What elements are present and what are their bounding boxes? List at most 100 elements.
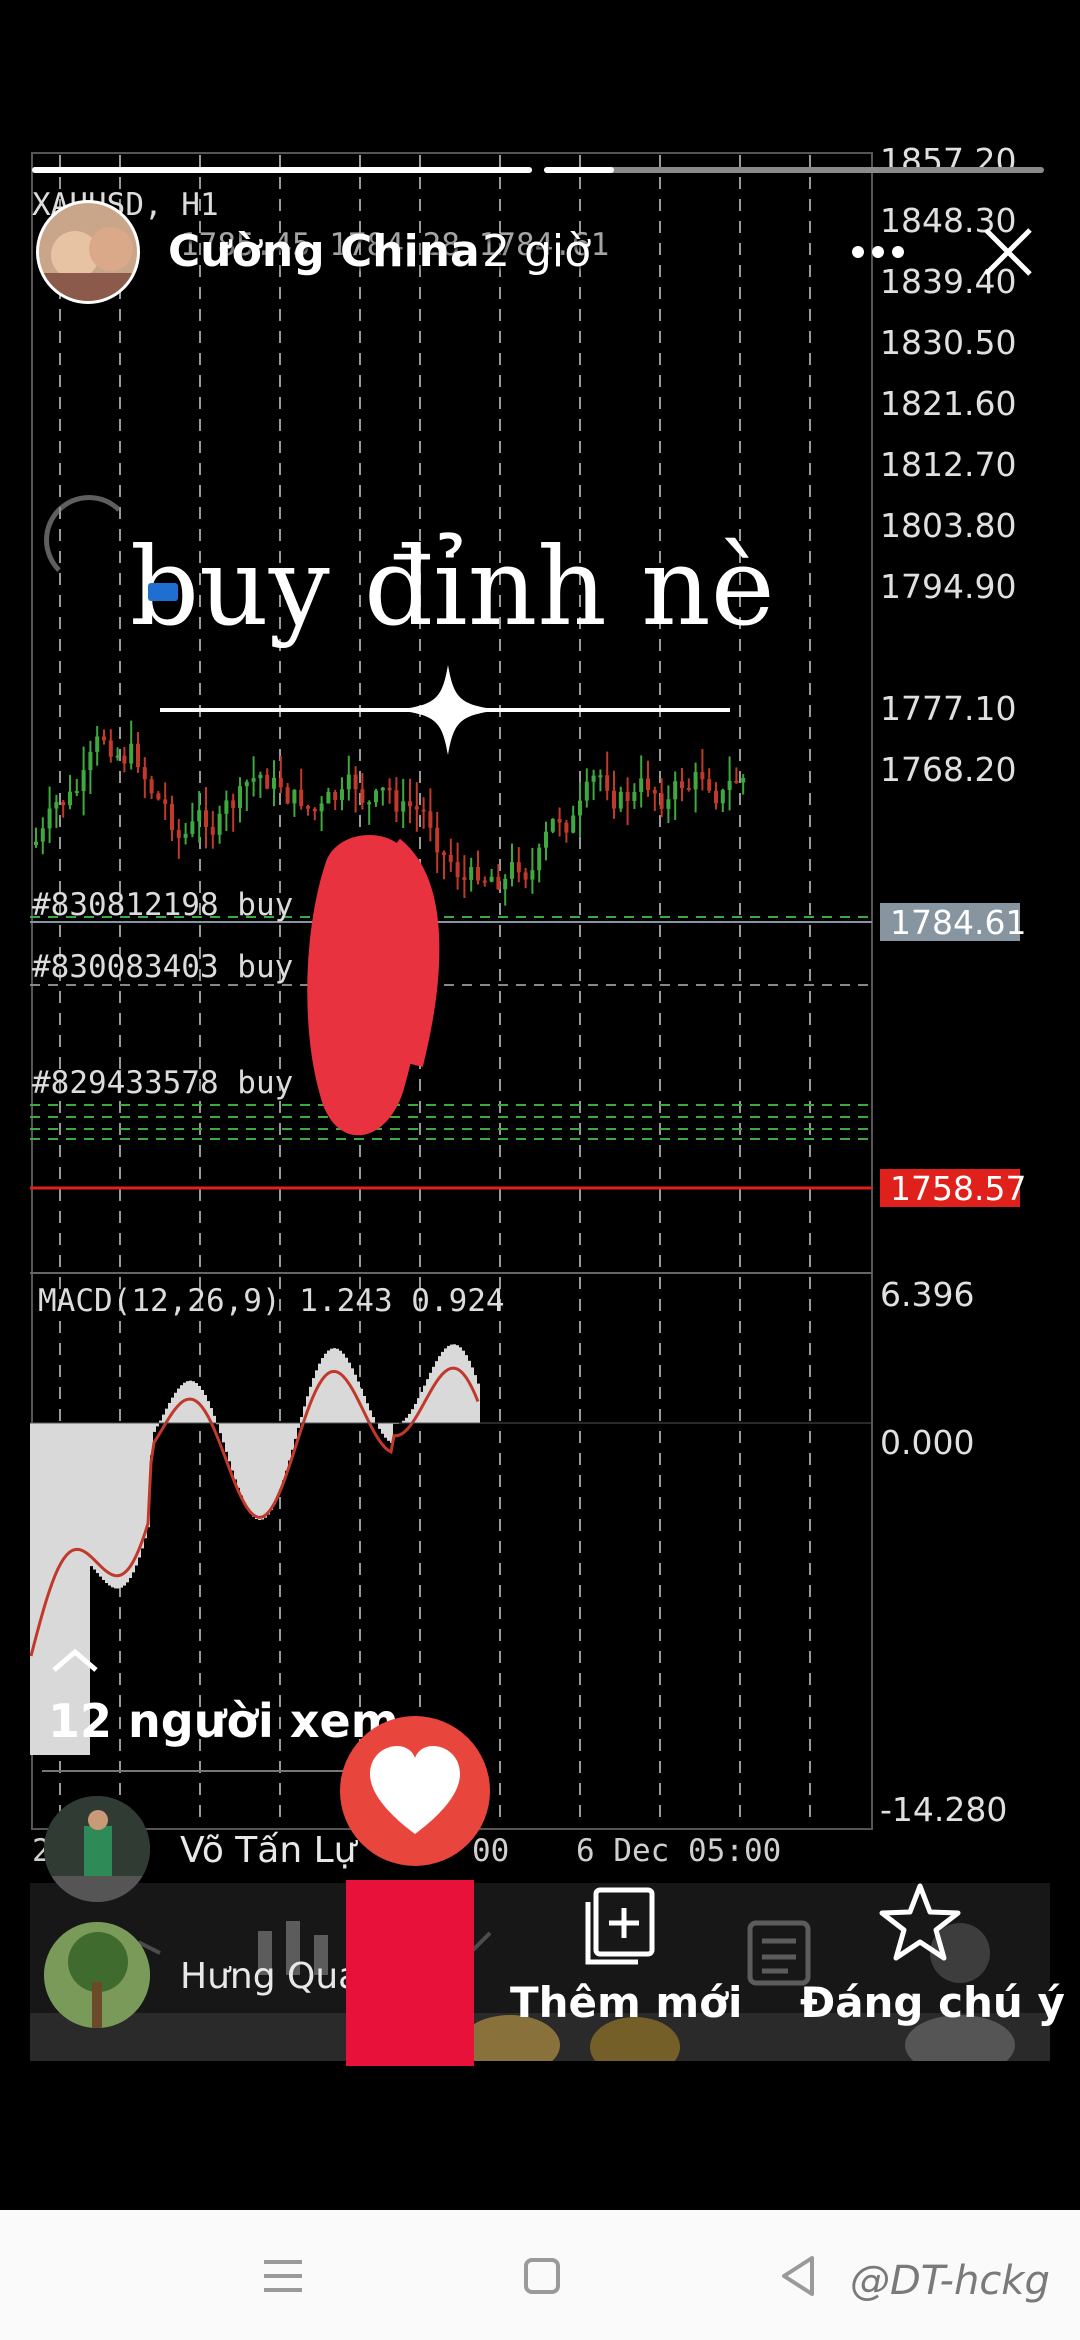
viewer-name[interactable]: Võ Tấn Lự (180, 1830, 356, 1871)
candle-body (156, 793, 161, 800)
candle-body (387, 787, 392, 791)
price-tick: 1857.20 (880, 145, 1017, 180)
candle-body (448, 854, 453, 863)
macd-bar (477, 1383, 480, 1423)
menu-icon[interactable] (262, 2256, 304, 2296)
candle-body (88, 751, 93, 771)
candle-body (34, 841, 38, 845)
viewer-name[interactable]: Hưng Qua (180, 1956, 360, 1997)
candle-body (278, 777, 283, 788)
macd-bar (153, 1423, 156, 1432)
candle-body (496, 876, 501, 890)
candle-body (340, 789, 344, 800)
macd-bar (372, 1417, 375, 1423)
story-card[interactable]: XAUUSD, H1 1785.45 1784.28 1784.61 1857.… (30, 145, 1050, 2061)
price-tick: 1777.10 (880, 689, 1017, 728)
order-label: #830812198 buy (32, 887, 294, 923)
macd-bar (471, 1367, 474, 1423)
macd-bar (237, 1423, 240, 1488)
heart-icon (370, 1746, 460, 1834)
watermark-text: @DT-hckg (850, 2258, 1050, 2304)
candle-body (47, 808, 52, 829)
viewer-avatar[interactable] (44, 1922, 150, 2028)
macd-bar (108, 1423, 111, 1586)
candle-body (115, 755, 120, 758)
macd-bar (231, 1423, 234, 1471)
candle-body (605, 775, 610, 791)
system-nav-bar: @DT-hckg (0, 2210, 1080, 2340)
macd-bar (186, 1381, 189, 1423)
macd-bar (276, 1423, 279, 1498)
candle-body (204, 810, 208, 827)
candle-body (401, 801, 406, 812)
candle-body (476, 867, 480, 881)
story-overlay-text: buy đỉnh nè (130, 525, 775, 650)
macd-bar (297, 1423, 300, 1428)
author-avatar[interactable] (36, 200, 140, 304)
macd-bar (162, 1414, 165, 1423)
candle-body (659, 793, 664, 809)
candle-body (149, 779, 154, 794)
add-new-icon[interactable] (578, 1884, 662, 1968)
candle-body (163, 799, 168, 804)
back-icon[interactable] (778, 2254, 818, 2298)
macd-bar (261, 1423, 264, 1520)
candle-body (625, 792, 630, 801)
candle-body (578, 800, 582, 816)
macd-bar (114, 1423, 117, 1589)
macd-bar (129, 1423, 132, 1578)
macd-bar (90, 1423, 93, 1567)
like-button[interactable] (340, 1716, 490, 1866)
macd-bar (408, 1413, 411, 1423)
macd-bar (348, 1362, 351, 1423)
candle-body (421, 809, 426, 812)
candle-body (74, 791, 79, 794)
candle-body (700, 772, 705, 780)
macd-bar (279, 1423, 282, 1490)
candle-body (108, 740, 113, 757)
star-icon[interactable] (878, 1880, 962, 1964)
candle-body (557, 818, 562, 823)
candle-body (299, 789, 304, 806)
macd-bar (273, 1423, 276, 1505)
home-icon[interactable] (522, 2256, 562, 2296)
macd-bar (219, 1423, 222, 1434)
macd-bar (327, 1350, 330, 1423)
macd-tick: 6.396 (880, 1275, 975, 1314)
order-label: #829433578 buy (32, 1065, 294, 1101)
candle-body (537, 847, 542, 871)
candle-body (523, 872, 528, 880)
current-price-box: 1784.61 (880, 903, 1026, 942)
current-price: 1784.61 (890, 903, 1027, 942)
price-tick: 1830.50 (880, 323, 1017, 362)
candle-body (312, 808, 317, 812)
more-options-icon[interactable] (850, 222, 910, 282)
candle-body (136, 743, 140, 768)
candle-body (414, 806, 419, 810)
mt4-chart (30, 152, 873, 1830)
candle-body (584, 781, 589, 801)
macd-bar (288, 1423, 291, 1461)
chevron-up-icon[interactable] (50, 1646, 100, 1676)
macd-bar (321, 1358, 324, 1423)
macd-bar (441, 1351, 444, 1423)
macd-bar (96, 1423, 99, 1574)
candle-body (516, 862, 521, 873)
add-new-label[interactable]: Thêm mới (510, 1978, 742, 2027)
macd-bar (324, 1353, 327, 1423)
candle-body (210, 826, 215, 835)
candle-body (469, 867, 474, 880)
candle-body (571, 815, 576, 833)
close-icon[interactable] (978, 222, 1038, 282)
candle-body (326, 791, 331, 804)
author-name[interactable]: Cường China (168, 226, 480, 277)
macd-bar (258, 1423, 261, 1520)
candle-body (197, 810, 202, 822)
macd-bar (333, 1348, 336, 1423)
price-tick: 1812.70 (880, 445, 1017, 484)
candle-body (217, 813, 222, 835)
candle-body (244, 781, 249, 787)
time-label: 6 Dec 05:00 (576, 1833, 782, 1869)
highlight-label[interactable]: Đáng chú ý (800, 1978, 1065, 2027)
viewer-avatar[interactable] (44, 1796, 150, 1902)
